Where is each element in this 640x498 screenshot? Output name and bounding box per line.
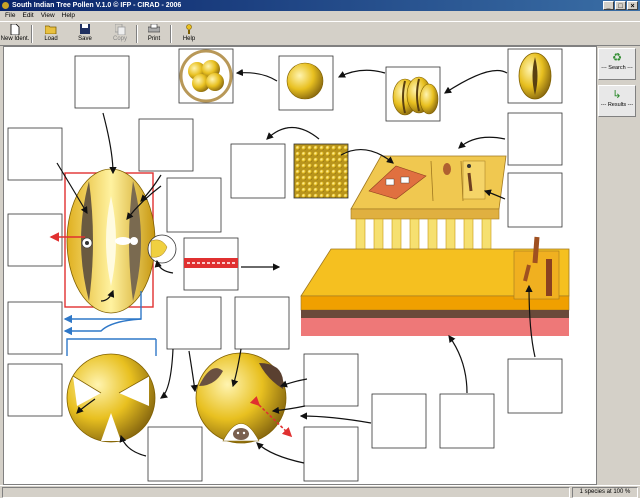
aperture-section[interactable] — [183, 237, 239, 291]
pollen-equatorial-thumb[interactable] — [507, 48, 563, 104]
pollen-morphology-canvas — [3, 46, 597, 485]
toolbar-separator — [136, 25, 138, 43]
status-message — [2, 487, 570, 498]
new-ident-button[interactable]: New Ident. — [0, 23, 30, 45]
menu-bar: File Edit View Help — [0, 11, 640, 21]
window-controls: _ □ × — [603, 1, 638, 10]
help-button[interactable]: Help — [174, 23, 204, 45]
species-count: 1 species at 100 % — [572, 487, 638, 498]
search-label: --- Search --- — [601, 65, 633, 71]
answer-box[interactable] — [166, 296, 222, 350]
new-document-icon — [9, 23, 21, 36]
save-button[interactable]: Save — [70, 23, 100, 45]
copy-icon — [114, 23, 126, 36]
answer-box[interactable] — [507, 112, 563, 166]
answer-box[interactable] — [147, 426, 203, 482]
open-folder-icon — [44, 24, 57, 35]
window-title-bar: South Indian Tree Pollen V.1.0 © IFP - C… — [0, 0, 640, 11]
maximize-button[interactable]: □ — [615, 1, 626, 10]
pore-detail[interactable] — [147, 234, 177, 264]
pollen-polar-triangular[interactable] — [66, 353, 156, 443]
search-button[interactable]: ♻ --- Search --- — [598, 48, 636, 80]
side-panel: ♻ --- Search --- ↳ --- Results --- — [598, 48, 638, 122]
answer-box[interactable] — [507, 358, 563, 414]
print-label: Print — [147, 36, 161, 42]
load-button[interactable]: Load — [36, 23, 66, 45]
minimize-button[interactable]: _ — [603, 1, 614, 10]
window-title: South Indian Tree Pollen V.1.0 © IFP - C… — [12, 2, 182, 9]
answer-box[interactable] — [507, 172, 563, 228]
answer-box[interactable] — [7, 213, 63, 267]
answer-box[interactable] — [234, 296, 290, 350]
help-label: Help — [182, 36, 196, 42]
menu-file[interactable]: File — [5, 12, 15, 19]
menu-help[interactable]: Help — [62, 12, 75, 19]
printer-icon — [147, 23, 161, 35]
close-button[interactable]: × — [627, 1, 638, 10]
pollen-polar-sphere[interactable] — [278, 55, 334, 111]
pollen-with-apertures[interactable] — [195, 352, 293, 444]
help-icon — [183, 24, 195, 35]
answer-box[interactable] — [303, 353, 359, 407]
answer-box[interactable] — [439, 393, 495, 449]
toolbar: New Ident. Load Save Copy Print Help — [0, 21, 640, 46]
pollen-group-thumb[interactable] — [385, 66, 441, 122]
app-icon — [2, 2, 9, 9]
floppy-disk-icon — [79, 24, 91, 35]
load-label: Load — [44, 36, 58, 42]
copy-label: Copy — [112, 36, 127, 42]
save-label: Save — [78, 36, 92, 42]
new-ident-label: New Ident. — [0, 36, 30, 42]
answer-box[interactable] — [7, 127, 63, 181]
copy-button[interactable]: Copy — [105, 23, 135, 45]
toolbar-separator — [31, 25, 33, 43]
toolbar-separator — [170, 25, 172, 43]
answer-box[interactable] — [138, 118, 194, 172]
results-button[interactable]: ↳ --- Results --- — [598, 85, 636, 117]
pollen-tetrad[interactable] — [178, 48, 234, 104]
results-arrow-icon: ↳ — [612, 89, 622, 101]
menu-edit[interactable]: Edit — [22, 12, 33, 19]
answer-box[interactable] — [166, 177, 222, 233]
results-label: --- Results --- — [600, 102, 634, 108]
answer-box[interactable] — [7, 301, 63, 355]
answer-box[interactable] — [371, 393, 427, 449]
answer-box[interactable] — [7, 363, 63, 417]
answer-box[interactable] — [74, 55, 130, 109]
menu-view[interactable]: View — [41, 12, 55, 19]
ornamentation-texture[interactable] — [293, 143, 349, 199]
print-button[interactable]: Print — [139, 23, 169, 45]
answer-box[interactable] — [303, 426, 359, 482]
recycle-search-icon: ♻ — [612, 52, 622, 64]
answer-box[interactable] — [230, 143, 286, 199]
status-bar: 1 species at 100 % — [0, 485, 640, 498]
